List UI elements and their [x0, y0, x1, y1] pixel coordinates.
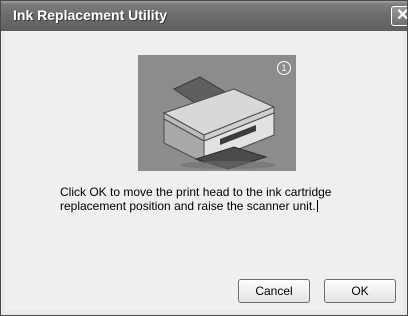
- printer-illustration: 1: [138, 55, 296, 171]
- instruction-message: Click OK to move the print head to the i…: [60, 185, 332, 213]
- instruction-text: Click OK to move the print head to the i…: [60, 185, 400, 213]
- dialog-body: 1 Click OK to move the print head to the…: [5, 31, 403, 311]
- text-caret: [316, 200, 318, 212]
- dialog-window: Ink Replacement Utility ✕: [0, 0, 408, 316]
- printer-icon: [138, 55, 296, 171]
- ok-button[interactable]: OK: [324, 279, 396, 303]
- window-title: Ink Replacement Utility: [13, 7, 168, 23]
- close-button[interactable]: ✕: [391, 6, 407, 26]
- cancel-button[interactable]: Cancel: [238, 279, 310, 303]
- step-badge: 1: [277, 61, 291, 75]
- title-bar[interactable]: Ink Replacement Utility ✕: [1, 1, 407, 31]
- close-icon: ✕: [396, 7, 407, 25]
- step-badge-number: 1: [281, 63, 287, 73]
